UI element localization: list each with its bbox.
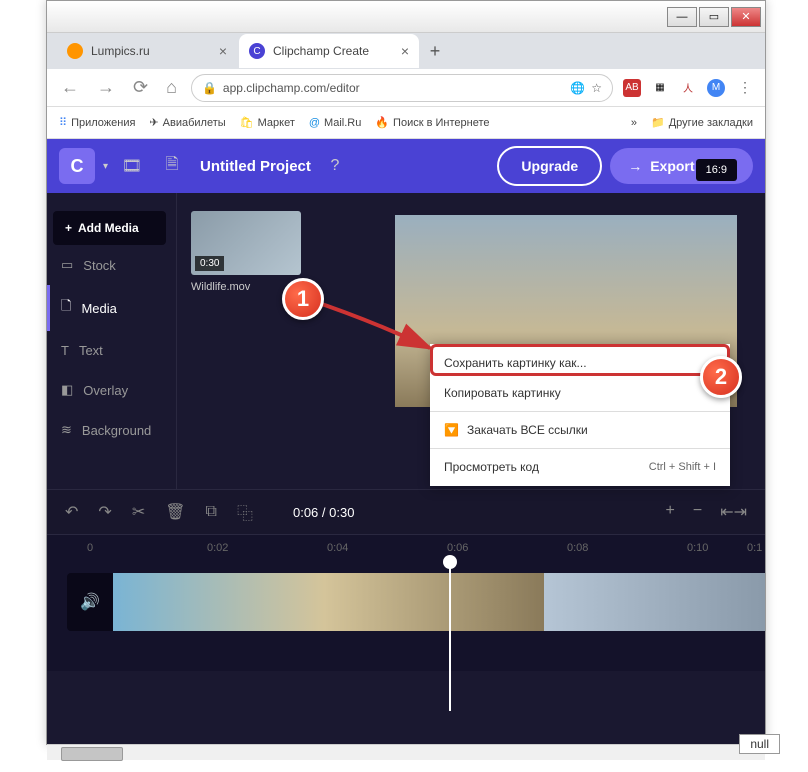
bookmark-avia[interactable]: ✈Авиабилеты	[149, 116, 225, 129]
delete-button[interactable]: 🗑	[165, 502, 185, 522]
favicon-icon	[67, 43, 83, 59]
apps-bookmark[interactable]: ⠿Приложения	[59, 116, 135, 129]
bookmark-mailru[interactable]: @Mail.Ru	[309, 117, 361, 129]
video-clip[interactable]: 🔊	[67, 573, 765, 631]
zoom-in-button[interactable]: +	[666, 502, 675, 522]
tab-label: Clipchamp Create	[273, 44, 369, 58]
ctx-save-image[interactable]: Сохранить картинку как...	[430, 348, 730, 378]
app-header: C ▾ 🎞 🗎 Untitled Project ? Upgrade → Exp…	[47, 139, 765, 193]
ctx-inspect[interactable]: Просмотреть код Ctrl + Shift + I	[430, 452, 730, 482]
split-button[interactable]: ✂	[132, 502, 145, 522]
audio-toggle[interactable]: 🔊	[67, 573, 113, 631]
copy-button[interactable]: ⧉	[206, 503, 217, 521]
maximize-button[interactable]: ▭	[699, 7, 729, 27]
sidebar-background[interactable]: ≋Background	[53, 410, 166, 450]
project-title[interactable]: Untitled Project	[200, 158, 311, 175]
media-panel: 0:30 Wildlife.mov	[177, 193, 315, 489]
upgrade-button[interactable]: Upgrade	[497, 146, 602, 186]
context-menu: Сохранить картинку как... Копировать кар…	[430, 344, 730, 486]
arrow-right-icon: →	[628, 158, 642, 174]
browser-tabbar: Lumpics.ru × C Clipchamp Create × +	[47, 33, 765, 69]
annotation-marker-1: 1	[282, 278, 324, 320]
extension-icon[interactable]: ▦	[651, 79, 669, 97]
time-display: 0:06 / 0:30	[293, 505, 354, 520]
text-icon: T	[61, 343, 69, 358]
help-icon[interactable]: ?	[319, 150, 351, 182]
tab-close-icon[interactable]: ×	[219, 43, 227, 59]
media-icon: 🗋	[61, 297, 71, 319]
fit-button[interactable]: ⇤⇥	[720, 502, 747, 522]
reload-button[interactable]: ⟳	[129, 73, 152, 102]
undo-button[interactable]: ↶	[65, 502, 78, 522]
aspect-ratio-badge[interactable]: 16:9	[696, 159, 737, 181]
bookmarks-bar: ⠿Приложения ✈Авиабилеты 🛍Маркет @Mail.Ru…	[47, 107, 765, 139]
sidebar-media[interactable]: 🗋Media	[47, 285, 166, 331]
bookmark-search[interactable]: 🔥Поиск в Интернете	[375, 116, 489, 129]
horizontal-scrollbar[interactable]	[47, 744, 765, 760]
favicon-icon: C	[249, 43, 265, 59]
playhead[interactable]	[449, 561, 451, 711]
video-icon[interactable]: 🎞	[116, 150, 148, 182]
ctx-download-all[interactable]: 🔽Закачать ВСЕ ссылки	[430, 415, 730, 445]
new-tab-button[interactable]: +	[421, 37, 449, 65]
tab-close-icon[interactable]: ×	[401, 43, 409, 59]
sidebar-overlay[interactable]: ◧Overlay	[53, 370, 166, 410]
separator	[430, 448, 730, 449]
forward-button[interactable]: →	[93, 73, 119, 102]
browser-toolbar: ← → ⟳ ⌂ 🔒 app.clipchamp.com/editor 🌐 ☆ A…	[47, 69, 765, 107]
tab-clipchamp[interactable]: C Clipchamp Create ×	[239, 34, 419, 68]
plus-icon: +	[65, 221, 72, 235]
menu-icon[interactable]: ⋮	[735, 79, 755, 96]
thumbnail-duration: 0:30	[195, 256, 224, 271]
sidebar-text[interactable]: TText	[53, 331, 166, 370]
back-button[interactable]: ←	[57, 73, 83, 102]
timeline-ruler[interactable]: 0 0:02 0:04 0:06 0:08 0:10 0:1	[47, 535, 765, 561]
media-thumbnail[interactable]: 0:30	[191, 211, 301, 275]
add-media-button[interactable]: + Add Media	[53, 211, 166, 245]
sidebar: + Add Media ▭Stock 🗋Media TText ◧Overlay…	[47, 193, 177, 489]
bookmark-market[interactable]: 🛍Маркет	[240, 116, 295, 129]
adblock-icon[interactable]: AB	[623, 79, 641, 97]
tab-lumpics[interactable]: Lumpics.ru ×	[57, 34, 237, 68]
tab-label: Lumpics.ru	[91, 44, 150, 58]
url-text: app.clipchamp.com/editor	[223, 81, 360, 95]
zoom-out-button[interactable]: −	[693, 502, 702, 522]
stock-icon: ▭	[61, 257, 73, 273]
profile-avatar[interactable]: M	[707, 79, 725, 97]
overlay-icon: ◧	[61, 382, 73, 398]
ctx-copy-image[interactable]: Копировать картинку	[430, 378, 730, 408]
timeline-toolbar: ↶ ↷ ✂ 🗑 ⧉ ⿻ 0:06 / 0:30 + − ⇤⇥	[47, 489, 765, 535]
star-icon[interactable]: ☆	[591, 81, 602, 95]
redo-button[interactable]: ↷	[98, 502, 111, 522]
address-bar[interactable]: 🔒 app.clipchamp.com/editor 🌐 ☆	[191, 74, 613, 102]
minimize-button[interactable]: —	[667, 7, 697, 27]
separator	[430, 411, 730, 412]
null-badge: null	[739, 734, 780, 754]
download-icon: 🔽	[444, 423, 459, 437]
other-bookmarks[interactable]: 📁Другие закладки	[651, 116, 753, 129]
pdf-icon[interactable]: 人	[679, 79, 697, 97]
app-logo[interactable]: C	[59, 148, 95, 184]
close-window-button[interactable]: ✕	[731, 7, 761, 27]
annotation-marker-2: 2	[700, 356, 742, 398]
file-icon[interactable]: 🗎	[156, 150, 188, 182]
window-titlebar: — ▭ ✕	[47, 1, 765, 33]
lock-icon: 🔒	[202, 81, 217, 95]
duplicate-button[interactable]: ⿻	[237, 500, 253, 524]
home-button[interactable]: ⌂	[162, 73, 181, 102]
translate-icon[interactable]: 🌐	[570, 81, 585, 95]
sidebar-stock[interactable]: ▭Stock	[53, 245, 166, 285]
background-icon: ≋	[61, 422, 72, 438]
timeline-tracks[interactable]: 🔊	[47, 561, 765, 671]
